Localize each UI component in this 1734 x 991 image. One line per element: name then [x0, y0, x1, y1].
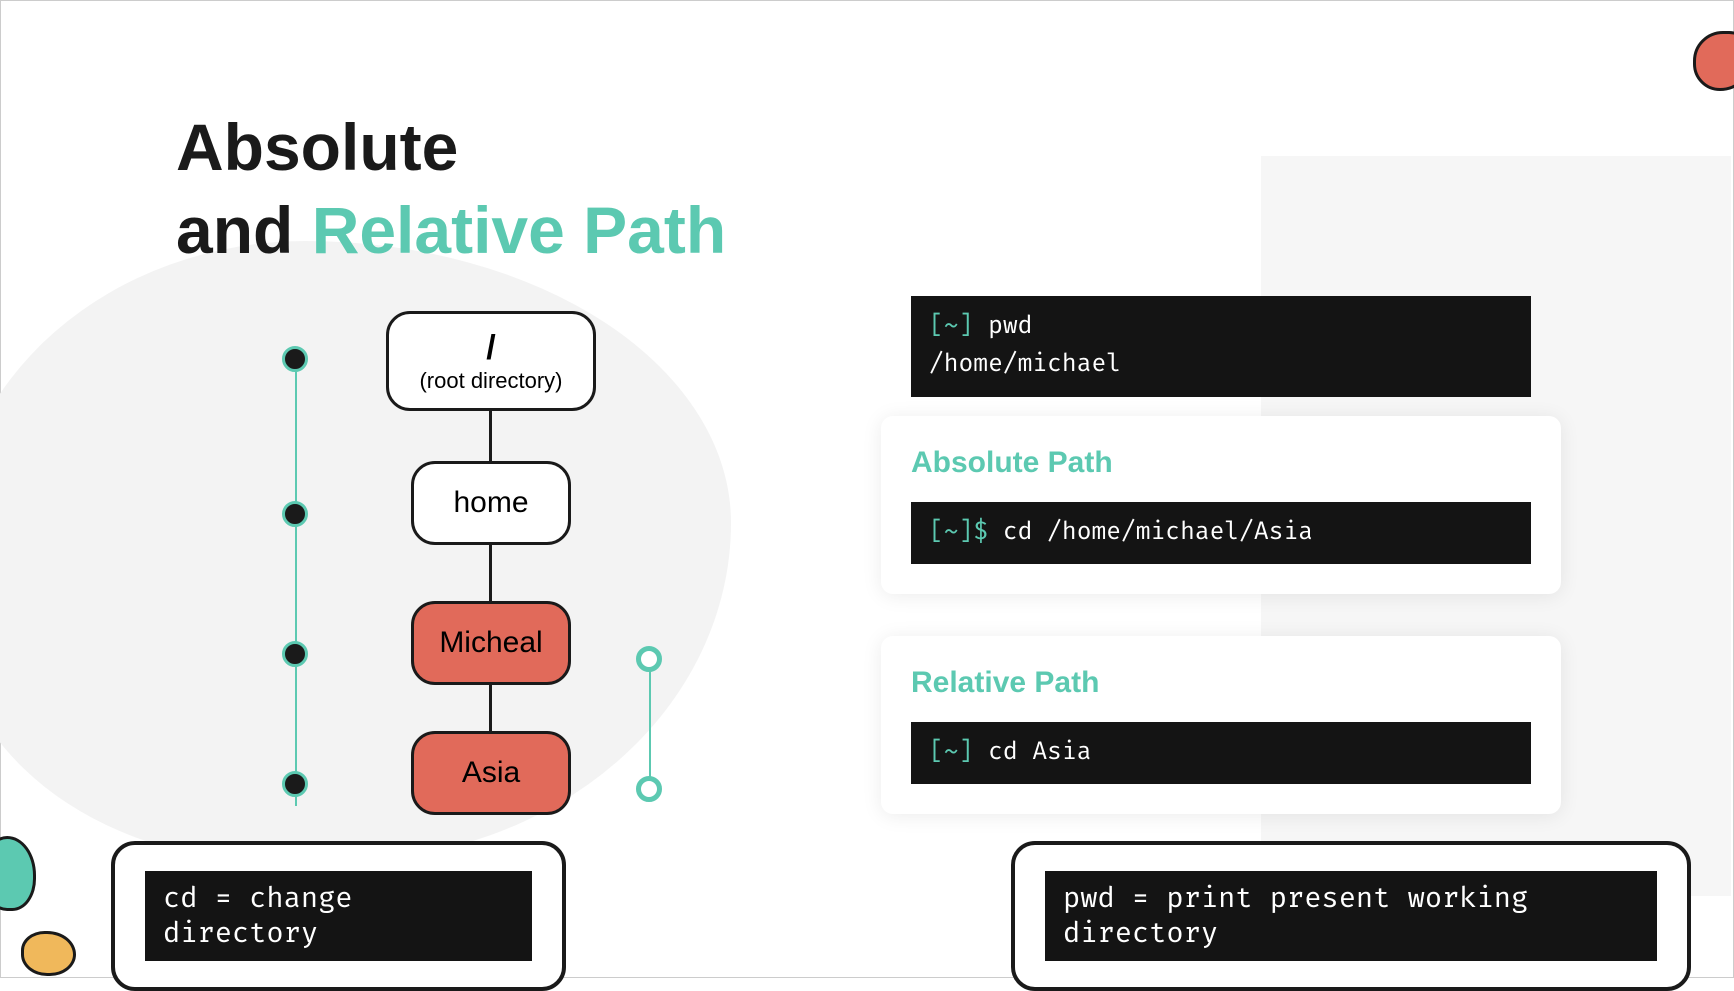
blob-yellow-icon	[21, 931, 76, 976]
tree-node-asia: Asia	[411, 731, 571, 815]
tree-connector	[489, 411, 492, 461]
dot-icon	[282, 501, 308, 527]
terminal-pwd-block: [~] pwd /home/michael	[911, 296, 1531, 397]
terminal: [~]$ cd /home/michael/Asia	[911, 502, 1531, 564]
absolute-path-card: Absolute Path [~]$ cd /home/michael/Asia	[881, 416, 1561, 594]
root-sub: (root directory)	[419, 368, 562, 394]
pwd-definition: pwd = print present working directory	[1045, 871, 1657, 961]
title-line1: Absolute	[176, 110, 458, 184]
terminal-cmd: cd /home/michael/Asia	[988, 518, 1313, 547]
tree-connector	[489, 685, 492, 731]
title-line2-accent: Relative Path	[312, 193, 727, 267]
blob-decoration	[0, 241, 731, 861]
root-slash: /	[486, 329, 495, 368]
node-label: Micheal	[439, 626, 542, 660]
blob-teal-icon	[0, 836, 36, 911]
title-line2-pre: and	[176, 193, 312, 267]
terminal-cmd: cd Asia	[973, 738, 1091, 767]
absolute-path-title: Absolute Path	[911, 446, 1531, 480]
tree-connector	[489, 545, 492, 601]
cd-definition-box: cd = change directory	[111, 841, 566, 991]
terminal: [~] cd Asia	[911, 722, 1531, 784]
tree-timeline-right	[636, 641, 666, 801]
cd-definition: cd = change directory	[145, 871, 532, 961]
dot-icon	[636, 776, 662, 802]
node-label: home	[453, 486, 528, 520]
tree-node-home: home	[411, 461, 571, 545]
dot-icon	[282, 641, 308, 667]
terminal-prompt: [~]	[929, 312, 973, 341]
node-label: Asia	[462, 756, 520, 790]
terminal-prompt: [~]	[929, 738, 973, 767]
tree-node-root: / (root directory)	[386, 311, 596, 411]
dot-icon	[636, 646, 662, 672]
blob-red-icon	[1693, 31, 1734, 91]
dot-icon	[282, 346, 308, 372]
terminal: [~] pwd /home/michael	[911, 296, 1531, 397]
tree-node-micheal: Micheal	[411, 601, 571, 685]
terminal-output: /home/michael	[929, 346, 1513, 384]
relative-path-title: Relative Path	[911, 666, 1531, 700]
slide-title: Absolute and Relative Path	[176, 106, 726, 271]
terminal-prompt: [~]$	[929, 518, 988, 547]
pwd-definition-box: pwd = print present working directory	[1011, 841, 1691, 991]
dot-icon	[282, 771, 308, 797]
terminal-cmd: pwd	[973, 312, 1032, 341]
tree-timeline-left	[282, 341, 312, 821]
relative-path-card: Relative Path [~] cd Asia	[881, 636, 1561, 814]
